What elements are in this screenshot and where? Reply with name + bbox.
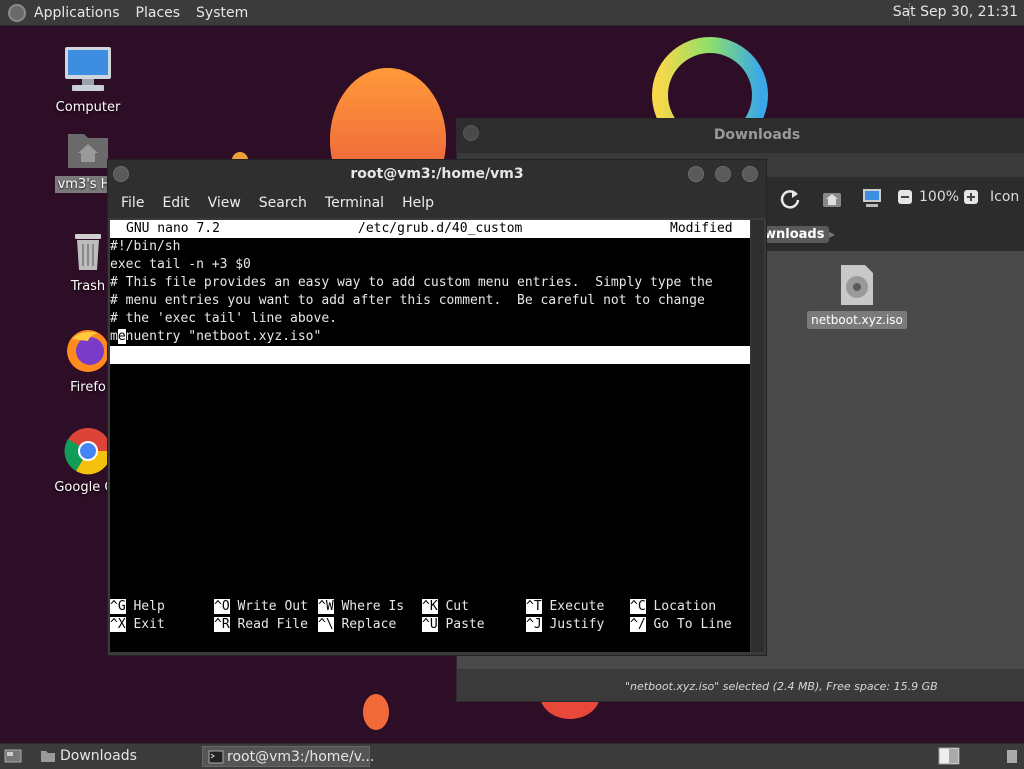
shortcut-location: ^C Location <box>630 599 717 614</box>
menu-edit[interactable]: Edit <box>153 195 198 211</box>
edit-text-before: m <box>110 329 118 344</box>
task-label: root@vm3:/home/v... <box>227 749 375 765</box>
window-menu-button[interactable] <box>463 125 479 141</box>
menu-help[interactable]: Help <box>393 195 443 211</box>
taskbar: Downloads root@vm3:/home/v... <box>0 743 1024 769</box>
shortcut-paste: ^U Paste <box>422 617 485 632</box>
computer-icon <box>65 47 111 91</box>
workspace-switcher-icon[interactable] <box>938 747 960 765</box>
computer-icon[interactable] <box>861 187 883 209</box>
clock[interactable]: Sat Sep 30, 21:31 <box>893 4 1018 20</box>
nano-header: GNU nano 7.2 /etc/grub.d/40_custom Modif… <box>110 220 750 238</box>
task-label: Downloads <box>60 748 137 764</box>
terminal-scrollbar[interactable] <box>751 220 764 652</box>
nano-modified: Modified <box>670 221 733 236</box>
terminal-menubar: File Edit View Search Terminal Help <box>108 188 766 218</box>
desktop-icon-label: Trash <box>70 279 106 294</box>
trash-applet-icon[interactable] <box>1004 748 1020 764</box>
zoom-out-icon[interactable] <box>897 189 913 205</box>
edit-text-after: nuentry "netboot.xyz.iso" <box>125 329 322 344</box>
menu-applications[interactable]: Applications <box>26 5 128 21</box>
status-bar: "netboot.xyz.iso" selected (2.4 MB), Fre… <box>625 680 938 693</box>
shortcut-read-file: ^R Read File <box>214 617 308 632</box>
shortcut-write-out: ^O Write Out <box>214 599 308 614</box>
menu-system[interactable]: System <box>188 5 256 21</box>
zoom-level: 100% <box>919 189 960 205</box>
terminal-window[interactable]: root@vm3:/home/vm3 File Edit View Search… <box>107 159 767 656</box>
reload-icon[interactable] <box>779 187 801 209</box>
shortcut-justify: ^J Justify <box>526 617 605 632</box>
zoom-in-icon[interactable] <box>963 189 979 205</box>
window-title: Downloads <box>457 119 1024 153</box>
terminal-icon <box>208 750 224 764</box>
task-terminal[interactable]: root@vm3:/home/v... <box>202 746 374 767</box>
shortcut-help: ^G Help <box>110 599 165 614</box>
file-item[interactable]: netboot.xyz.iso <box>807 263 907 329</box>
shortcut-exit: ^X Exit <box>110 617 165 632</box>
menu-view[interactable]: View <box>199 195 250 211</box>
top-panel: Applications Places System Sat Sep 30, 2… <box>0 0 1024 26</box>
nano-version: GNU nano 7.2 <box>126 221 220 236</box>
distro-logo-icon[interactable] <box>8 3 26 22</box>
chevron-right-icon[interactable]: ▸ <box>829 227 835 241</box>
maximize-button[interactable] <box>715 166 731 182</box>
editor-line: #!/bin/sh <box>110 239 181 254</box>
menu-file[interactable]: File <box>112 195 153 211</box>
terminal-screen[interactable]: GNU nano 7.2 /etc/grub.d/40_custom Modif… <box>110 220 750 652</box>
window-title: root@vm3:/home/vm3 <box>350 166 524 182</box>
editor-line-current: menuentry "netboot.xyz.iso" <box>110 328 321 346</box>
editor-line: # This file provides an easy way to add … <box>110 275 713 290</box>
nano-filename: /etc/grub.d/40_custom <box>358 221 523 236</box>
show-desktop-icon[interactable] <box>4 748 22 764</box>
desktop-icon-computer[interactable]: Computer <box>48 45 128 116</box>
task-downloads[interactable]: Downloads <box>36 746 196 767</box>
disc-image-icon <box>841 265 873 305</box>
menu-search[interactable]: Search <box>250 195 316 211</box>
nano-status-line <box>110 346 750 364</box>
shortcut-cut: ^K Cut <box>422 599 469 614</box>
desktop-icon-label: Firefo <box>70 380 106 395</box>
shortcut-replace: ^\ Replace <box>318 617 397 632</box>
path-button-downloads[interactable]: wnloads <box>759 226 830 243</box>
desktop: Computer vm3's Ho Trash Firefo Google Ch… <box>0 0 1024 768</box>
minimize-button[interactable] <box>688 166 704 182</box>
desktop-icon-label: Computer <box>55 100 121 115</box>
view-mode-select[interactable]: Icon V <box>990 189 1024 205</box>
editor-line: exec tail -n +3 $0 <box>110 257 251 272</box>
close-button[interactable] <box>742 166 758 182</box>
file-name: netboot.xyz.iso <box>807 311 907 329</box>
text-cursor: e <box>117 329 126 344</box>
editor-line: # the 'exec tail' line above. <box>110 311 337 326</box>
window-menu-button[interactable] <box>113 166 129 182</box>
home-icon[interactable] <box>821 187 843 209</box>
editor-line: # menu entries you want to add after thi… <box>110 293 705 308</box>
menu-places[interactable]: Places <box>128 5 189 21</box>
shortcut-where-is: ^W Where Is <box>318 599 405 614</box>
folder-icon <box>41 751 55 762</box>
menu-terminal[interactable]: Terminal <box>316 195 393 211</box>
shortcut-execute: ^T Execute <box>526 599 605 614</box>
terminal-titlebar: root@vm3:/home/vm3 <box>108 160 766 188</box>
shortcut-go-to-line: ^/ Go To Line <box>630 617 732 632</box>
